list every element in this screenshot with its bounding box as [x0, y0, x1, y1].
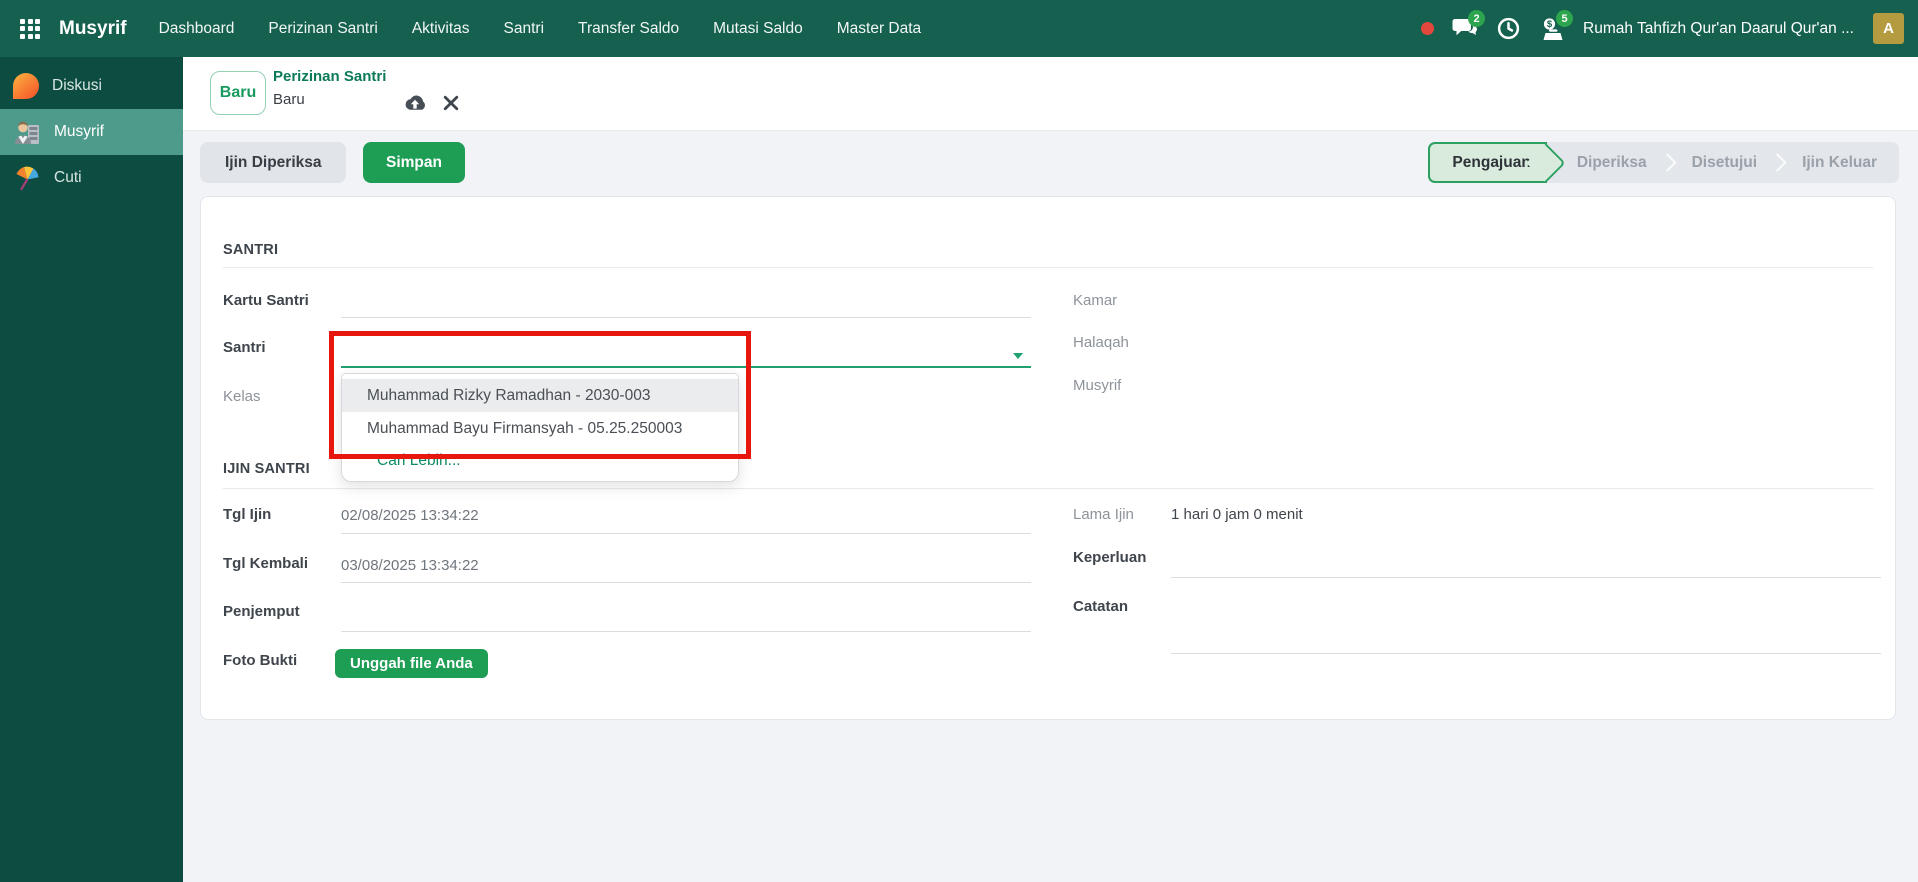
messages-icon[interactable]: 2	[1451, 10, 1485, 42]
sidebar-item-musyrif[interactable]: Musyrif	[0, 109, 183, 155]
musyrif-person-icon	[15, 121, 39, 144]
upload-file-button[interactable]: Unggah file Anda	[335, 649, 488, 678]
dropdown-option[interactable]: Muhammad Rizky Ramadhan - 2030-003	[342, 379, 738, 412]
penjemput-label: Penjemput	[223, 603, 300, 620]
user-avatar[interactable]: A	[1873, 13, 1904, 44]
nav-item-aktivitas[interactable]: Aktivitas	[412, 20, 470, 38]
form-sheet: SANTRI Kartu Santri Santri Kelas Kamar H…	[200, 196, 1896, 720]
section-divider	[223, 267, 1873, 268]
kelas-label: Kelas	[223, 388, 261, 405]
discard-x-icon[interactable]	[443, 95, 459, 111]
record-state-badge[interactable]: Baru	[210, 71, 266, 115]
kartu-santri-label: Kartu Santri	[223, 292, 309, 309]
nav-item-master-data[interactable]: Master Data	[837, 20, 921, 38]
section-title-ijin-santri: IJIN SANTRI	[223, 461, 310, 477]
catatan-label: Catatan	[1073, 598, 1129, 615]
ijin-diperiksa-button[interactable]: Ijin Diperiksa	[200, 142, 347, 183]
section-divider	[223, 488, 1873, 489]
breadcrumb-record-name: Baru	[273, 91, 305, 108]
main-content: Baru Perizinan Santri Baru Ijin Diperiks…	[183, 57, 1918, 882]
sidebar-item-cuti[interactable]: Cuti	[0, 155, 183, 201]
status-step-pengajuan[interactable]: Pengajuan	[1428, 142, 1547, 183]
nav-item-mutasi-saldo[interactable]: Mutasi Saldo	[713, 20, 803, 38]
tgl-kembali-value[interactable]: 03/08/2025 13:34:22	[341, 557, 479, 574]
sidebar-item-label: Diskusi	[52, 77, 102, 94]
clock-icon	[1497, 17, 1520, 40]
message-badge: 2	[1468, 10, 1485, 27]
diskusi-bubble-icon	[13, 73, 39, 99]
save-cloud-icon[interactable]	[402, 93, 428, 114]
halaqah-label: Halaqah	[1073, 334, 1129, 351]
kamar-label: Kamar	[1073, 292, 1118, 309]
sidebar-item-label: Cuti	[54, 169, 82, 186]
penjemput-input[interactable]	[341, 631, 1031, 632]
breadcrumb-title[interactable]: Perizinan Santri	[273, 68, 386, 85]
app-window: Musyrif Dashboard Perizinan Santri Aktiv…	[0, 0, 1918, 882]
status-step-diperiksa[interactable]: Diperiksa	[1547, 142, 1669, 183]
activity-clock-icon[interactable]	[1495, 15, 1522, 42]
activity-badge: 5	[1556, 10, 1573, 27]
musyrif-label: Musyrif	[1073, 377, 1122, 394]
nav-item-perizinan-santri[interactable]: Perizinan Santri	[268, 20, 377, 38]
tgl-ijin-value[interactable]: 02/08/2025 13:34:22	[341, 507, 479, 524]
simpan-button[interactable]: Simpan	[363, 142, 465, 183]
lama-ijin-value: 1 hari 0 jam 0 menit	[1171, 506, 1303, 523]
kartu-santri-input[interactable]	[341, 317, 1031, 318]
santri-label: Santri	[223, 339, 266, 356]
breadcrumb-bar: Baru Perizinan Santri Baru	[183, 57, 1918, 131]
cuti-umbrella-icon	[16, 166, 39, 191]
foto-bukti-label: Foto Bukti	[223, 652, 298, 669]
apps-menu-icon[interactable]	[20, 18, 40, 39]
systray: 2 $ 5 Rumah Tahfizh Qur'an Daarul Qur'an…	[1421, 10, 1904, 44]
catatan-input[interactable]	[1171, 653, 1881, 654]
tgl-ijin-input[interactable]	[341, 533, 1031, 534]
tgl-ijin-label: Tgl Ijin	[223, 506, 272, 523]
sidebar-item-label: Musyrif	[54, 123, 104, 140]
saldo-requests-icon[interactable]: $ 5	[1539, 10, 1573, 42]
keperluan-label: Keperluan	[1073, 549, 1147, 566]
top-navbar: Musyrif Dashboard Perizinan Santri Aktiv…	[0, 0, 1918, 57]
section-title-santri: SANTRI	[223, 242, 279, 258]
dropdown-caret-icon[interactable]	[1013, 353, 1023, 359]
nav-item-santri[interactable]: Santri	[504, 20, 545, 38]
svg-text:$: $	[1546, 19, 1552, 30]
tgl-kembali-label: Tgl Kembali	[223, 555, 309, 572]
nav-item-dashboard[interactable]: Dashboard	[159, 20, 235, 38]
dropdown-search-more[interactable]: Cari Lebih...	[342, 445, 738, 476]
company-name[interactable]: Rumah Tahfizh Qur'an Daarul Qur'an ...	[1583, 20, 1854, 38]
app-brand[interactable]: Musyrif	[59, 18, 127, 40]
status-step-ijin-keluar[interactable]: Ijin Keluar	[1780, 142, 1899, 183]
left-sidebar: Diskusi Musyrif Cuti	[0, 57, 183, 882]
santri-combobox-input[interactable]	[341, 366, 1031, 368]
tgl-kembali-input[interactable]	[341, 582, 1031, 583]
status-pipeline: Pengajuan Diperiksa Disetujui Ijin Kelua…	[1428, 142, 1899, 183]
sidebar-item-diskusi[interactable]: Diskusi	[0, 63, 183, 109]
status-step-disetujui[interactable]: Disetujui	[1670, 142, 1779, 183]
status-dot-icon	[1421, 22, 1434, 35]
nav-menu: Dashboard Perizinan Santri Aktivitas San…	[159, 20, 922, 38]
lama-ijin-label: Lama Ijin	[1073, 506, 1134, 523]
dropdown-option[interactable]: Muhammad Bayu Firmansyah - 05.25.250003	[342, 412, 738, 445]
santri-dropdown-menu: Muhammad Rizky Ramadhan - 2030-003 Muham…	[341, 373, 739, 482]
keperluan-input[interactable]	[1171, 577, 1881, 578]
nav-item-transfer-saldo[interactable]: Transfer Saldo	[578, 20, 679, 38]
